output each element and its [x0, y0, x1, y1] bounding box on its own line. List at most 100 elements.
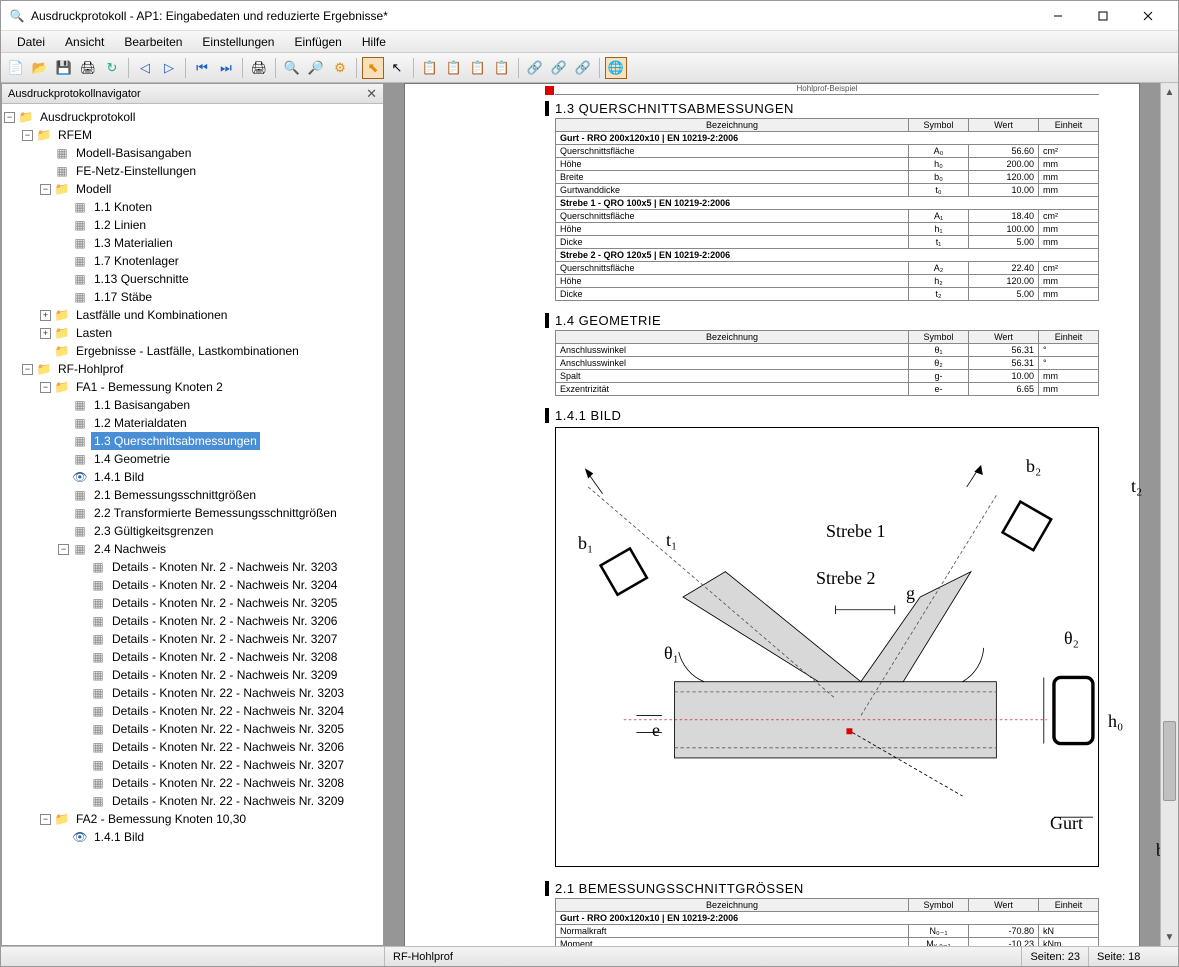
tree-label[interactable]: FA2 - Bemessung Knoten 10,30: [73, 810, 249, 828]
expand-icon[interactable]: −: [40, 814, 51, 825]
tree-label[interactable]: 2.4 Nachweis: [91, 540, 169, 558]
tree-node[interactable]: ▦2.2 Transformierte Bemessungsschnittgrö…: [4, 504, 381, 522]
expand-icon[interactable]: −: [4, 112, 15, 123]
tree-node[interactable]: ▦FE-Netz-Einstellungen: [4, 162, 381, 180]
tree-node[interactable]: ▦Details - Knoten Nr. 22 - Nachweis Nr. …: [4, 684, 381, 702]
menu-datei[interactable]: Datei: [7, 33, 55, 51]
tree-node[interactable]: 👁1.4.1 Bild: [4, 828, 381, 846]
expand-icon[interactable]: −: [22, 364, 33, 375]
tree-node[interactable]: +📁Lasten: [4, 324, 381, 342]
menu-bearbeiten[interactable]: Bearbeiten: [114, 33, 192, 51]
tree-node[interactable]: ▦Details - Knoten Nr. 22 - Nachweis Nr. …: [4, 756, 381, 774]
tree-label[interactable]: 1.1 Basisangaben: [91, 396, 193, 414]
tree-label[interactable]: Details - Knoten Nr. 2 - Nachweis Nr. 32…: [109, 558, 340, 576]
tree-label[interactable]: 1.2 Materialdaten: [91, 414, 190, 432]
tree-label[interactable]: Modell-Basisangaben: [73, 144, 194, 162]
scroll-up-icon[interactable]: ▲: [1161, 83, 1178, 101]
tree-node[interactable]: ▦Modell-Basisangaben: [4, 144, 381, 162]
new-icon[interactable]: 📄: [5, 57, 27, 79]
tree-label[interactable]: Modell: [73, 180, 114, 198]
tree-label[interactable]: Lastfälle und Kombinationen: [73, 306, 230, 324]
tree-node[interactable]: ▦1.2 Materialdaten: [4, 414, 381, 432]
print-icon[interactable]: 🖨: [77, 57, 99, 79]
tree-node[interactable]: ▦Details - Knoten Nr. 22 - Nachweis Nr. …: [4, 702, 381, 720]
tree-node[interactable]: ▦1.3 Querschnittsabmessungen: [4, 432, 381, 450]
zoom-in-icon[interactable]: 🔍: [281, 57, 303, 79]
tree-label[interactable]: Details - Knoten Nr. 2 - Nachweis Nr. 32…: [109, 594, 340, 612]
tree-node[interactable]: ▦Details - Knoten Nr. 22 - Nachweis Nr. …: [4, 720, 381, 738]
tree-node[interactable]: +📁Lastfälle und Kombinationen: [4, 306, 381, 324]
tree-node[interactable]: ▦Details - Knoten Nr. 2 - Nachweis Nr. 3…: [4, 594, 381, 612]
tree-label[interactable]: Details - Knoten Nr. 2 - Nachweis Nr. 32…: [109, 666, 340, 684]
tree-node[interactable]: −📁RF-Hohlprof: [4, 360, 381, 378]
page-icon[interactable]: 📋: [419, 57, 441, 79]
link1-icon[interactable]: 🔗: [524, 57, 546, 79]
scroll-down-icon[interactable]: ▼: [1161, 928, 1178, 946]
tree-label[interactable]: 2.1 Bemessungsschnittgrößen: [91, 486, 259, 504]
refresh-icon[interactable]: ↻: [101, 57, 123, 79]
tree-node[interactable]: ▦Details - Knoten Nr. 2 - Nachweis Nr. 3…: [4, 612, 381, 630]
tree-label[interactable]: Details - Knoten Nr. 22 - Nachweis Nr. 3…: [109, 720, 347, 738]
tree-node[interactable]: ▦Details - Knoten Nr. 22 - Nachweis Nr. …: [4, 774, 381, 792]
tree-node[interactable]: ▦1.2 Linien: [4, 216, 381, 234]
tree-label[interactable]: Details - Knoten Nr. 22 - Nachweis Nr. 3…: [109, 738, 347, 756]
tree-label[interactable]: Details - Knoten Nr. 2 - Nachweis Nr. 32…: [109, 612, 340, 630]
tree-node[interactable]: ▦Details - Knoten Nr. 22 - Nachweis Nr. …: [4, 792, 381, 810]
page2-icon[interactable]: 📋: [443, 57, 465, 79]
menu-einfuegen[interactable]: Einfügen: [284, 33, 351, 51]
tree-node[interactable]: −📁Ausdruckprotokoll: [4, 108, 381, 126]
tree-label[interactable]: Lasten: [73, 324, 115, 342]
scroll-track[interactable]: [1161, 101, 1178, 928]
print2-icon[interactable]: 🖨: [248, 57, 270, 79]
menu-einstellungen[interactable]: Einstellungen: [192, 33, 284, 51]
tree-label[interactable]: Details - Knoten Nr. 2 - Nachweis Nr. 32…: [109, 576, 340, 594]
tree-label[interactable]: 1.7 Knotenlager: [91, 252, 182, 270]
scroll-thumb[interactable]: [1163, 721, 1176, 801]
tree-node[interactable]: ▦2.3 Gültigkeitsgrenzen: [4, 522, 381, 540]
last-icon[interactable]: ⏭: [215, 57, 237, 79]
tree-label[interactable]: Details - Knoten Nr. 2 - Nachweis Nr. 32…: [109, 648, 340, 666]
zoom-out-icon[interactable]: 🔎: [305, 57, 327, 79]
tree-label[interactable]: RF-Hohlprof: [55, 360, 126, 378]
cursor-icon[interactable]: ↖: [386, 57, 408, 79]
tree-node[interactable]: ▦Details - Knoten Nr. 2 - Nachweis Nr. 3…: [4, 630, 381, 648]
settings-icon[interactable]: ⚙: [329, 57, 351, 79]
tree-label[interactable]: Details - Knoten Nr. 22 - Nachweis Nr. 3…: [109, 684, 347, 702]
tree-label[interactable]: 1.3 Querschnittsabmessungen: [91, 432, 260, 450]
navigator-close-icon[interactable]: ✕: [366, 86, 377, 102]
tree-label[interactable]: Details - Knoten Nr. 22 - Nachweis Nr. 3…: [109, 702, 347, 720]
tree-label[interactable]: 2.2 Transformierte Bemessungsschnittgröß…: [91, 504, 340, 522]
expand-icon[interactable]: +: [40, 310, 51, 321]
tree-label[interactable]: 2.3 Gültigkeitsgrenzen: [91, 522, 216, 540]
vertical-scrollbar[interactable]: ▲ ▼: [1160, 83, 1178, 946]
menu-hilfe[interactable]: Hilfe: [352, 33, 396, 51]
tree-node[interactable]: ▦Details - Knoten Nr. 2 - Nachweis Nr. 3…: [4, 558, 381, 576]
tree-node[interactable]: −📁Modell: [4, 180, 381, 198]
minimize-button[interactable]: [1035, 2, 1080, 30]
menu-ansicht[interactable]: Ansicht: [55, 33, 114, 51]
close-button[interactable]: [1125, 2, 1170, 30]
link2-icon[interactable]: 🔗: [548, 57, 570, 79]
tree-node[interactable]: −📁RFEM: [4, 126, 381, 144]
tree-node[interactable]: ▦1.1 Basisangaben: [4, 396, 381, 414]
tree-label[interactable]: 1.3 Materialien: [91, 234, 176, 252]
tree-label[interactable]: 1.4.1 Bild: [91, 828, 147, 846]
tree-label[interactable]: RFEM: [55, 126, 95, 144]
tree-node[interactable]: ▦Details - Knoten Nr. 2 - Nachweis Nr. 3…: [4, 576, 381, 594]
save-icon[interactable]: 💾: [53, 57, 75, 79]
tree-node[interactable]: ▦1.7 Knotenlager: [4, 252, 381, 270]
tree-label[interactable]: Details - Knoten Nr. 22 - Nachweis Nr. 3…: [109, 756, 347, 774]
tree-label[interactable]: 1.4 Geometrie: [91, 450, 173, 468]
tree-label[interactable]: Details - Knoten Nr. 2 - Nachweis Nr. 32…: [109, 630, 340, 648]
document-scroll[interactable]: Hohlprof-Beispiel 1.3 QUERSCHNITTSABMESS…: [384, 83, 1160, 946]
first-icon[interactable]: ⏮: [191, 57, 213, 79]
tree-node[interactable]: ▦1.17 Stäbe: [4, 288, 381, 306]
page3-icon[interactable]: 📋: [467, 57, 489, 79]
tree-label[interactable]: 1.4.1 Bild: [91, 468, 147, 486]
tree-node[interactable]: ▦2.1 Bemessungsschnittgrößen: [4, 486, 381, 504]
tree-node[interactable]: ▦Details - Knoten Nr. 22 - Nachweis Nr. …: [4, 738, 381, 756]
tree-label[interactable]: 1.2 Linien: [91, 216, 149, 234]
tree-label[interactable]: 1.13 Querschnitte: [91, 270, 192, 288]
select-icon[interactable]: ⬉: [362, 57, 384, 79]
tree-label[interactable]: Ausdruckprotokoll: [37, 108, 138, 126]
